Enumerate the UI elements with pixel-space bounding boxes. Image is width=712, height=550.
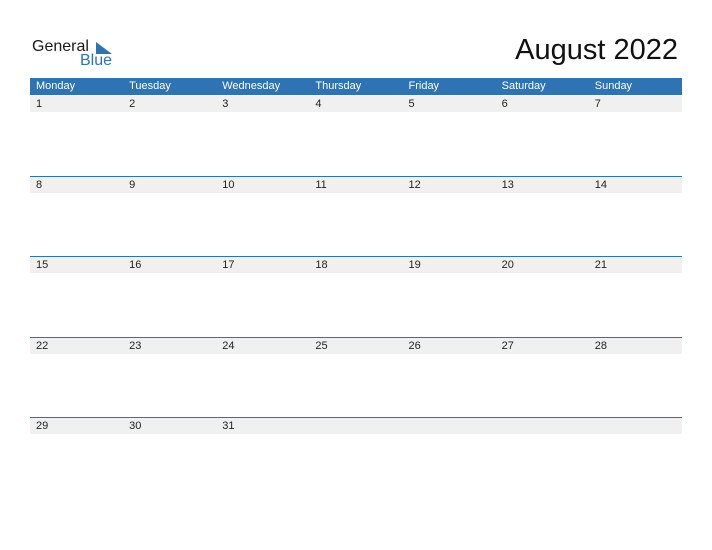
- day-cell: 6: [501, 98, 508, 110]
- day-cell: 17: [222, 259, 235, 271]
- day-cell: 27: [501, 340, 514, 352]
- date-strip: 8 9 10 11 12 13 14: [30, 176, 682, 193]
- day-cell: 28: [594, 340, 607, 352]
- day-cell: 13: [501, 179, 514, 191]
- day-cell: 15: [36, 259, 49, 271]
- day-cell: 25: [315, 340, 328, 352]
- weekday-tuesday: Tuesday: [129, 80, 171, 92]
- date-strip: 29 30 31: [30, 417, 682, 434]
- page-title: August 2022: [515, 34, 678, 66]
- day-cell: 3: [222, 98, 229, 110]
- date-strip: 15 16 17 18 19 20 21: [30, 256, 682, 273]
- calendar-week: 29 30 31: [30, 417, 682, 497]
- day-cell: 11: [315, 179, 327, 191]
- day-cell: 9: [129, 179, 136, 191]
- day-cell: 29: [36, 420, 49, 432]
- day-cell: 18: [315, 259, 328, 271]
- calendar-week: 15 16 17 18 19 20 21: [30, 256, 682, 336]
- day-cell: 5: [408, 98, 415, 110]
- weekday-monday: Monday: [36, 80, 76, 92]
- weekday-friday: Friday: [408, 80, 440, 92]
- day-cell: 4: [315, 98, 322, 110]
- day-cell: 22: [36, 340, 49, 352]
- logo: General Blue: [32, 38, 122, 72]
- logo-blue-text: Blue: [80, 52, 113, 69]
- day-cell: 1: [36, 98, 43, 110]
- weekday-thursday: Thursday: [315, 80, 362, 92]
- weekday-saturday: Saturday: [501, 80, 546, 92]
- day-cell: 8: [36, 179, 43, 191]
- day-cell: 24: [222, 340, 235, 352]
- day-cell: [589, 418, 682, 434]
- calendar-week: 8 9 10 11 12 13 14: [30, 176, 682, 256]
- calendar-week: 22 23 24 25 26 27 28: [30, 337, 682, 417]
- day-cell: [403, 418, 496, 434]
- day-cell: 30: [129, 420, 142, 432]
- day-cell: 20: [501, 259, 514, 271]
- date-strip: 1 2 3 4 5 6 7: [30, 96, 682, 112]
- day-cell: [496, 418, 589, 434]
- day-cell: 14: [594, 179, 607, 191]
- calendar-week: 1 2 3 4 5 6 7: [30, 96, 682, 176]
- day-cell: 19: [408, 259, 421, 271]
- day-cell: [309, 418, 402, 434]
- day-cell: 21: [594, 259, 607, 271]
- weekday-sunday: Sunday: [594, 80, 633, 92]
- date-strip: 22 23 24 25 26 27 28: [30, 337, 682, 354]
- weekday-wednesday: Wednesday: [222, 80, 281, 92]
- day-cell: 2: [129, 98, 136, 110]
- weekday-header: Monday Tuesday Wednesday Thursday Friday…: [30, 78, 682, 95]
- day-cell: 26: [408, 340, 421, 352]
- day-cell: 12: [408, 179, 421, 191]
- day-cell: 31: [222, 420, 235, 432]
- day-cell: 7: [594, 98, 601, 110]
- day-cell: 23: [129, 340, 142, 352]
- day-cell: 10: [222, 179, 235, 191]
- day-cell: 16: [129, 259, 142, 271]
